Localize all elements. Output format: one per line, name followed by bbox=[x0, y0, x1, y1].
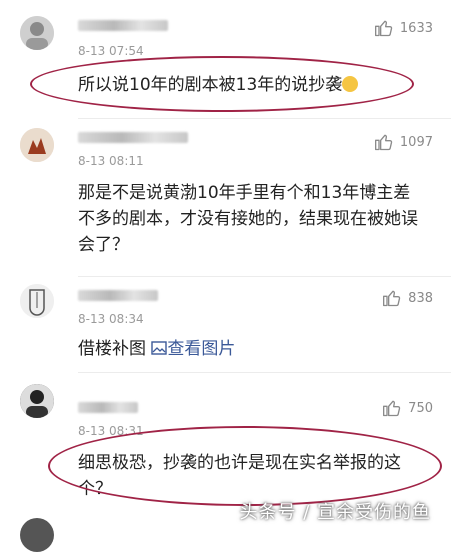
username-blurred[interactable] bbox=[78, 130, 188, 145]
comment-3: 8-13 08:34 838 借楼补图 查看图片 bbox=[0, 276, 451, 371]
thumbs-up-icon bbox=[374, 134, 393, 151]
comment-time: 8-13 07:54 bbox=[78, 44, 144, 58]
avatar-partial bbox=[20, 518, 54, 552]
sweat-smile-emoji bbox=[342, 76, 359, 92]
comment-text: 所以说10年的剧本被13年的说抄袭 bbox=[78, 72, 427, 98]
comment-time: 8-13 08:34 bbox=[78, 312, 144, 326]
thumbs-up-icon bbox=[383, 290, 401, 307]
comment-time: 8-13 08:31 bbox=[78, 424, 144, 438]
avatar[interactable] bbox=[20, 16, 54, 50]
username-blurred[interactable] bbox=[78, 288, 158, 303]
like-button[interactable]: 750 bbox=[382, 398, 433, 418]
username-blurred[interactable] bbox=[78, 400, 138, 415]
comment-1: 8-13 07:54 1633 所以说10年的剧本被13年的说抄袭 bbox=[0, 0, 451, 115]
like-count: 838 bbox=[408, 290, 433, 306]
watermark: 头条号 / 宣余受伤的鱼 bbox=[239, 502, 431, 523]
comment-2: 8-13 08:11 1097 那是不是说黄渤10年手里有个和13年博主差不多的… bbox=[0, 118, 451, 278]
like-button[interactable]: 1633 bbox=[374, 18, 433, 38]
like-button[interactable]: 1097 bbox=[374, 132, 433, 152]
avatar[interactable] bbox=[20, 128, 54, 162]
comment-text: 那是不是说黄渤10年手里有个和13年博主差不多的剧本，才没有接她的，结果现在被她… bbox=[78, 183, 418, 255]
username-blurred[interactable] bbox=[78, 18, 168, 33]
comment-text: 借楼补图 查看图片 bbox=[78, 339, 236, 359]
like-count: 1097 bbox=[399, 134, 433, 150]
thumbs-up-icon bbox=[374, 20, 393, 37]
like-button[interactable]: 838 bbox=[382, 288, 433, 308]
avatar[interactable] bbox=[20, 384, 54, 418]
like-count: 750 bbox=[408, 400, 433, 416]
thumbs-up-icon bbox=[383, 400, 401, 417]
view-image-link[interactable]: 查看图片 bbox=[151, 339, 235, 359]
comment-text: 细思极恐，抄袭的也许是现在实名举报的这个？ bbox=[78, 453, 401, 499]
comment-time: 8-13 08:11 bbox=[78, 154, 144, 168]
like-count: 1633 bbox=[399, 20, 433, 36]
image-icon bbox=[151, 341, 168, 355]
comment-4: 8-13 08:31 750 细思极恐，抄袭的也许是现在实名举报的这个？ bbox=[0, 372, 451, 502]
avatar[interactable] bbox=[20, 284, 54, 318]
